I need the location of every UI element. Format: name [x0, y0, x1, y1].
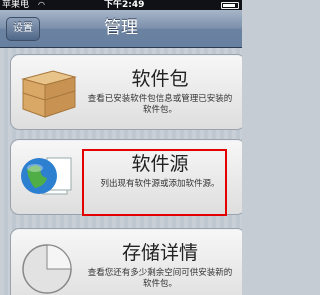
packages-description: 查看已安装软件包信息或管理已安装的软件包。 [87, 94, 233, 115]
battery-icon [221, 2, 239, 9]
globe-source-icon [21, 157, 72, 195]
status-time: 下午2:49 [104, 0, 145, 10]
navigation-bar: 管理 设置 [0, 10, 242, 48]
wifi-icon: ◠ [38, 0, 45, 9]
storage-title: 存储详情 [121, 242, 198, 264]
settings-back-button[interactable]: 设置 [6, 17, 40, 41]
screen: 苹果电 ◠ 下午2:49 管理 设置 软件包 查看已安装软件包信息或管理已安装的… [0, 0, 242, 295]
storage-pie-icon [22, 244, 72, 294]
status-bar: 苹果电 ◠ 下午2:49 [0, 0, 242, 10]
package-box-icon [21, 70, 77, 118]
packages-card[interactable]: 软件包 查看已安装软件包信息或管理已安装的软件包。 [10, 54, 242, 130]
highlight-annotation [82, 149, 227, 216]
packages-title: 软件包 [131, 68, 189, 90]
carrier-label: 苹果电 [2, 0, 30, 10]
storage-card[interactable]: 存储详情 查看您还有多少剩余空间可供安装新的软件包。 [10, 228, 242, 295]
storage-description: 查看您还有多少剩余空间可供安装新的软件包。 [87, 268, 233, 289]
